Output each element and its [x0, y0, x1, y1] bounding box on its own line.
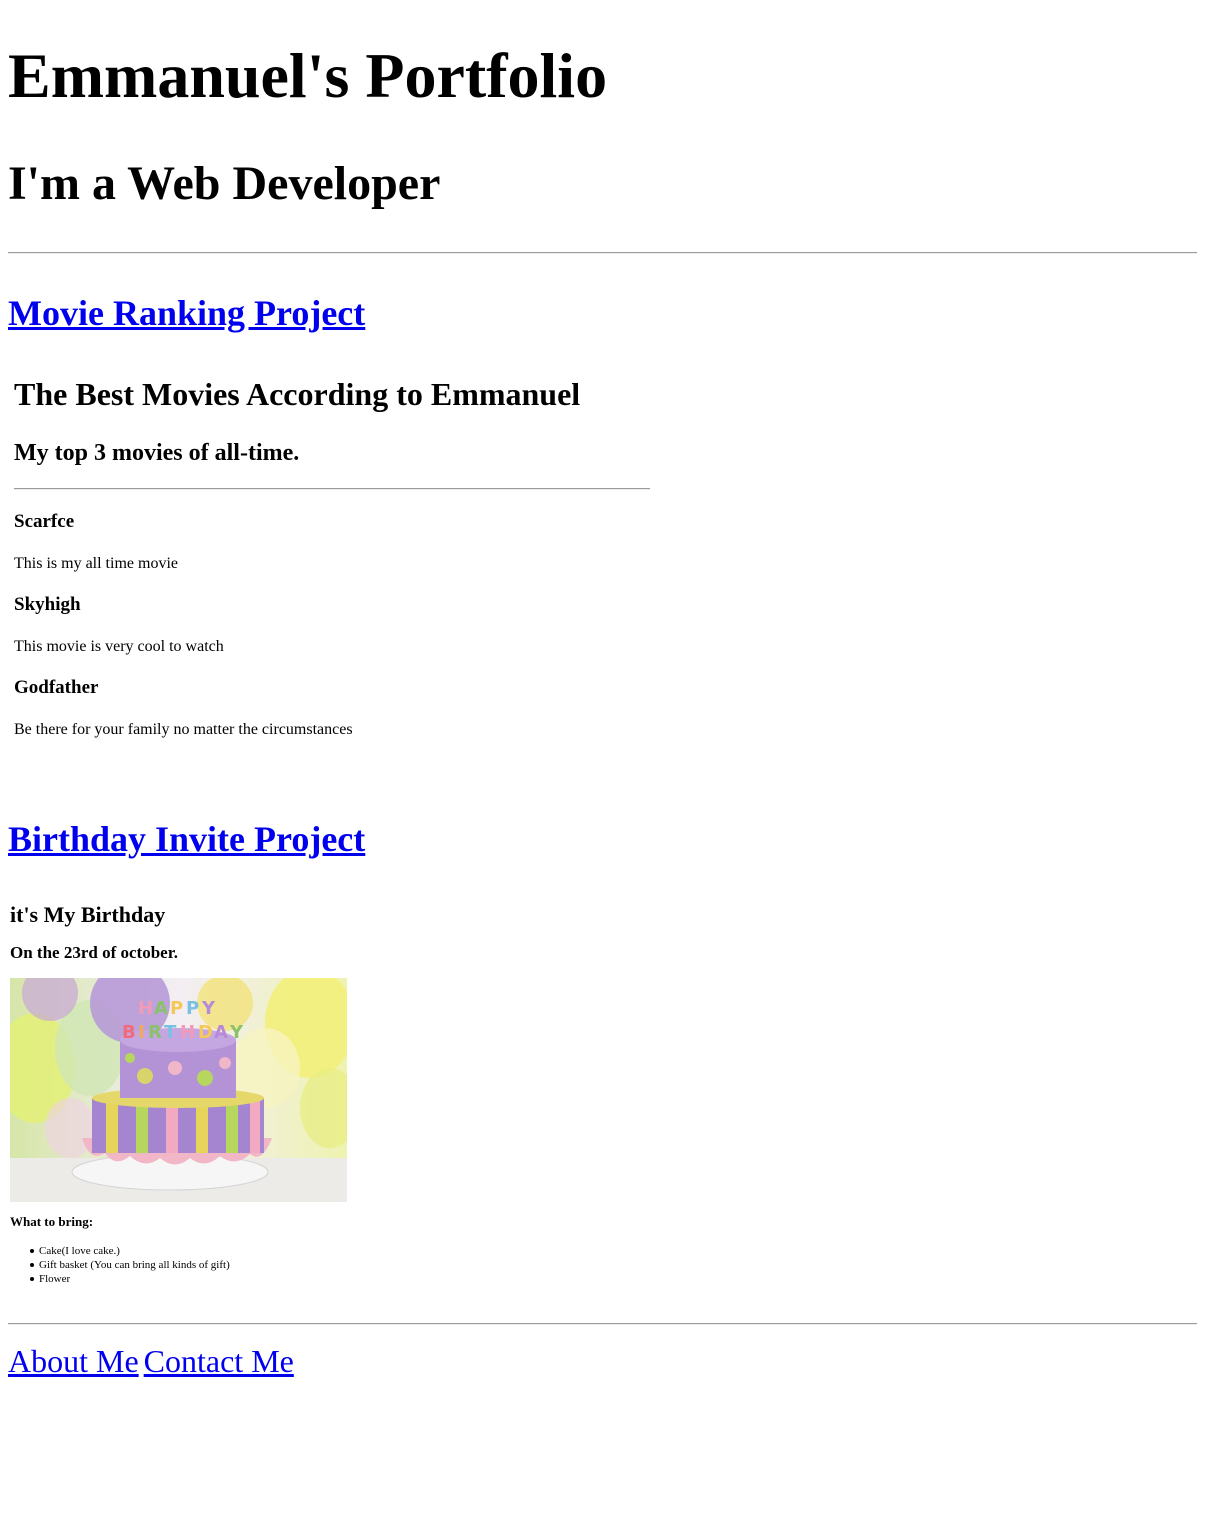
- movie-divider: [14, 488, 650, 490]
- svg-text:T: T: [164, 1022, 177, 1043]
- bring-list: Cake(I love cake.) Gift basket (You can …: [30, 1244, 230, 1286]
- movie-description: This is my all time movie: [14, 555, 178, 572]
- svg-text:H: H: [138, 998, 153, 1019]
- svg-text:R: R: [148, 1022, 162, 1043]
- movie-name: Scarfce: [14, 511, 75, 532]
- what-to-bring-label: What to bring:: [10, 1214, 94, 1229]
- movie-name: Skyhigh: [14, 594, 81, 615]
- contact-me-link[interactable]: Contact Me: [144, 1343, 294, 1379]
- footer-nav: About Me Contact Me: [8, 1342, 299, 1380]
- list-item: Cake(I love cake.): [30, 1244, 230, 1258]
- svg-text:B: B: [122, 1022, 136, 1043]
- svg-text:P: P: [186, 998, 199, 1019]
- list-item: Gift basket (You can bring all kinds of …: [30, 1259, 230, 1271]
- svg-text:A: A: [214, 1022, 228, 1043]
- svg-text:Y: Y: [201, 998, 216, 1019]
- movie-description: Be there for your family no matter the c…: [14, 721, 353, 738]
- svg-text:I: I: [138, 1022, 145, 1043]
- portfolio-subtitle: I'm a Web Developer: [8, 157, 441, 210]
- about-me-link[interactable]: About Me: [8, 1343, 139, 1379]
- svg-text:H: H: [180, 1022, 195, 1043]
- svg-text:A: A: [154, 998, 168, 1019]
- birthday-title: it's My Birthday: [10, 902, 166, 927]
- footer-divider: [8, 1323, 1197, 1325]
- header-divider: [8, 252, 1197, 254]
- svg-text:D: D: [198, 1022, 213, 1043]
- list-item: Flower: [30, 1272, 230, 1286]
- movie-page-title: The Best Movies According to Emmanuel: [14, 376, 581, 412]
- birthday-date: On the 23rd of october.: [10, 943, 178, 962]
- movie-description: This movie is very cool to watch: [14, 638, 224, 655]
- svg-text:P: P: [170, 998, 183, 1019]
- svg-text:Y: Y: [229, 1022, 244, 1043]
- birthday-cake-image: H A P P Y B I R T H D A Y: [10, 978, 347, 1202]
- portfolio-title: Emmanuel's Portfolio: [8, 40, 608, 111]
- movie-page-subtitle: My top 3 movies of all-time.: [14, 440, 300, 466]
- movie-name: Godfather: [14, 677, 99, 698]
- birthday-project-link[interactable]: Birthday Invite Project: [8, 818, 365, 860]
- movie-project-link[interactable]: Movie Ranking Project: [8, 292, 365, 334]
